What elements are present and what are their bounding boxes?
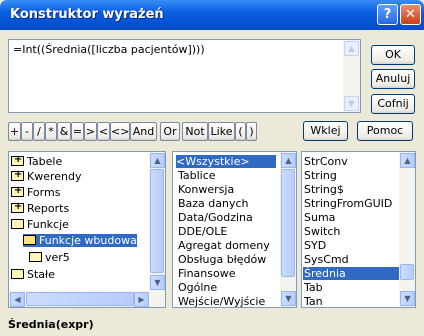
operator-notequal-button[interactable]: <> (110, 122, 130, 141)
operator-or-button[interactable]: Or (160, 122, 180, 141)
function-item[interactable]: Tan (304, 295, 323, 307)
operator-concat-button[interactable]: & (57, 122, 71, 141)
scroll-down-icon[interactable]: ▼ (344, 96, 359, 111)
open-folder-icon (23, 235, 36, 245)
scroll-up-icon[interactable]: ▲ (281, 153, 296, 168)
folder-plus-icon[interactable] (11, 200, 24, 213)
function-item[interactable]: Switch (304, 225, 340, 238)
function-item[interactable]: StrConv (304, 155, 348, 168)
tree-item-label: Forms (27, 186, 61, 199)
category-list[interactable]: <Wszystkie> Tablice Konwersja Baza danyc… (172, 151, 297, 308)
scroll-thumb-horizontal[interactable] (26, 292, 134, 306)
expression-builder-window: Konstruktor wyrażeń ? ✕ =Int((Średnia([l… (0, 0, 424, 336)
function-item[interactable]: SYD (304, 239, 326, 252)
scroll-thumb[interactable] (281, 169, 295, 277)
category-item[interactable]: Baza danych (178, 197, 249, 210)
expression-text[interactable]: =Int((Średnia([liczba pacjentów]))) (13, 43, 205, 56)
tree-item-ver5[interactable]: ver5 (29, 251, 70, 264)
category-item[interactable]: Ogólne (178, 281, 217, 294)
category-item[interactable]: Konwersja (178, 183, 234, 196)
function-item[interactable]: StringFromGUID (304, 197, 392, 210)
window-title: Konstruktor wyrażeń (10, 7, 164, 22)
tree-item-label: Stałe (27, 268, 55, 281)
function-vscroll[interactable]: ▲ ▼ (399, 152, 415, 307)
folder-icon (11, 269, 24, 279)
tree-vscroll[interactable]: ▲ ▼ (149, 152, 165, 291)
scroll-thumb[interactable] (400, 264, 414, 280)
category-item[interactable]: DDE/OLE (178, 225, 227, 238)
category-item[interactable]: Obsługa błędów (178, 253, 266, 266)
category-item[interactable]: Data/Godzina (178, 211, 253, 224)
scroll-down-icon[interactable]: ▼ (150, 275, 165, 290)
function-item[interactable]: Tab (304, 281, 323, 294)
operator-open-paren-button[interactable]: ( (235, 122, 246, 141)
help-button[interactable]: Pomoc (357, 121, 413, 141)
expression-box[interactable]: =Int((Średnia([liczba pacjentów]))) ▲ ▼ (8, 39, 361, 113)
tree-item-forms[interactable]: Forms (11, 184, 61, 199)
scroll-down-icon[interactable]: ▼ (281, 291, 296, 306)
help-title-button[interactable]: ? (377, 4, 398, 25)
tree-item-queries[interactable]: Kwerendy (11, 168, 82, 183)
category-item[interactable]: Finansowe (178, 267, 236, 280)
tree-item-tables[interactable]: Tabele (11, 153, 63, 168)
tree-item-label: Kwerendy (27, 170, 82, 183)
operator-like-button[interactable]: Like (208, 122, 235, 141)
tree-item-label: Reports (27, 202, 70, 215)
tree-item-functions[interactable]: Funkcje (11, 218, 69, 231)
tree-item-label: Tabele (27, 155, 63, 168)
ok-button[interactable]: OK (371, 45, 415, 65)
close-button[interactable]: ✕ (400, 4, 421, 25)
tree-item-label: Funkcje wbudowa (39, 234, 137, 247)
operator-multiply-button[interactable]: * (45, 122, 57, 141)
category-item[interactable]: <Wszystkie> (176, 155, 276, 168)
operator-plus-button[interactable]: + (8, 122, 21, 141)
folder-icon (29, 252, 42, 262)
function-item[interactable]: Suma (304, 211, 335, 224)
function-item[interactable]: SysCmd (304, 253, 349, 266)
tree-item-label: ver5 (45, 251, 70, 264)
operator-less-button[interactable]: < (97, 122, 110, 141)
function-list[interactable]: StrConv String String$ StringFromGUID Su… (301, 151, 416, 308)
expression-scrollbar[interactable]: ▲ ▼ (343, 40, 360, 112)
title-bar[interactable]: Konstruktor wyrażeń ? ✕ (0, 0, 424, 30)
category-item[interactable]: Agregat domeny (178, 239, 270, 252)
folder-plus-icon[interactable] (11, 168, 24, 181)
folder-minus-icon[interactable] (11, 219, 24, 229)
operator-equals-button[interactable]: = (71, 122, 84, 141)
function-item[interactable]: String (304, 169, 337, 182)
tree-item-label: Funkcje (27, 218, 69, 231)
function-syntax: Średnia(expr) (8, 318, 94, 331)
tree-item-builtin-functions[interactable]: Funkcje wbudowa (23, 234, 137, 247)
category-item[interactable]: Wejście/Wyjście (178, 295, 265, 307)
operator-minus-button[interactable]: - (21, 122, 33, 141)
scroll-left-icon[interactable]: ◀ (10, 292, 25, 307)
category-item[interactable]: Tablice (178, 169, 216, 182)
scroll-up-icon[interactable]: ▲ (150, 153, 165, 168)
folder-plus-icon[interactable] (11, 184, 24, 197)
function-item-selected[interactable]: Średnia (303, 267, 401, 280)
scroll-up-icon[interactable]: ▲ (400, 153, 415, 168)
operator-and-button[interactable]: And (130, 122, 157, 141)
tree-hscroll[interactable]: ◀ ▶ (9, 291, 165, 307)
paste-button[interactable]: Wklej (303, 121, 348, 141)
object-tree[interactable]: Tabele Kwerendy Forms Reports Funkcje Fu… (8, 151, 166, 308)
tree-item-constants[interactable]: Stałe (11, 268, 55, 281)
cancel-button[interactable]: Anuluj (371, 69, 415, 89)
scroll-thumb[interactable] (150, 169, 164, 273)
scroll-down-icon[interactable]: ▼ (400, 291, 415, 306)
undo-button[interactable]: Cofnij (371, 94, 415, 114)
operator-divide-button[interactable]: / (33, 122, 45, 141)
folder-plus-icon[interactable] (11, 153, 24, 166)
operator-greater-button[interactable]: > (84, 122, 97, 141)
category-vscroll[interactable]: ▲ ▼ (280, 152, 296, 307)
operator-close-paren-button[interactable]: ) (246, 122, 257, 141)
function-item[interactable]: String$ (304, 183, 344, 196)
operator-not-button[interactable]: Not (182, 122, 208, 141)
tree-item-reports[interactable]: Reports (11, 200, 70, 215)
scroll-right-icon[interactable]: ▶ (134, 292, 149, 307)
scroll-up-icon[interactable]: ▲ (344, 41, 359, 56)
